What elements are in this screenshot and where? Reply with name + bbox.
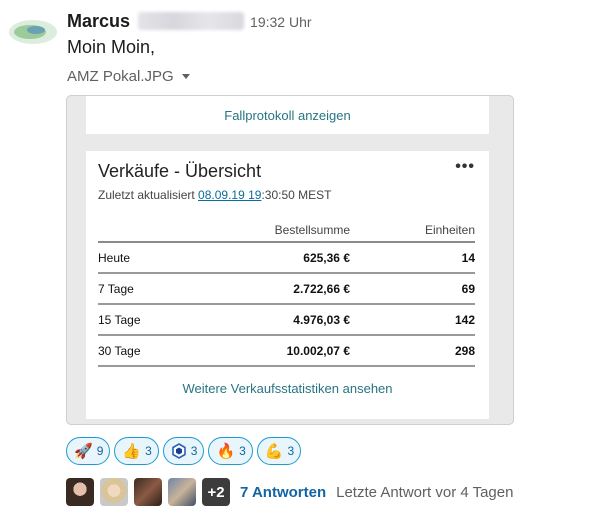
reaction-count: 3: [287, 444, 295, 458]
blue-hexagon-icon: [171, 443, 186, 459]
rocket-icon: 🚀: [74, 442, 93, 460]
message-header: Marcus 19:32 Uhr: [67, 9, 312, 33]
table-row: 7 Tage 2.722,66 € 69: [98, 273, 475, 305]
row-label: 7 Tage: [98, 273, 188, 305]
more-sales-stats-link: Weitere Verkaufsstatistiken ansehen: [182, 381, 393, 396]
reaction-count: 3: [239, 444, 246, 458]
table-header-row: Bestellsumme Einheiten: [98, 218, 475, 243]
reaction-count: 3: [145, 444, 152, 458]
fire-icon: 🔥: [216, 442, 236, 460]
card-title: Verkäufe - Übersicht: [98, 161, 262, 181]
reaction-flexed-biceps[interactable]: 💪 3: [256, 437, 302, 465]
chevron-down-icon[interactable]: [181, 74, 190, 79]
more-avatars-count[interactable]: +2: [202, 478, 230, 506]
last-reply-text: Letzte Antwort vor 4 Tagen: [336, 483, 514, 501]
last-updated-suffix: :30:50 MEST: [261, 188, 332, 202]
case-log-link: Fallprotokoll anzeigen: [224, 107, 351, 123]
image-preview[interactable]: Fallprotokoll anzeigen Verkäufe - Übersi…: [66, 95, 514, 425]
reply-avatar[interactable]: [168, 478, 196, 506]
sales-overview-card: Verkäufe - Übersicht ••• Zuletzt aktuali…: [86, 151, 489, 419]
last-updated-prefix: Zuletzt aktualisiert: [98, 188, 199, 202]
row-label: 30 Tage: [98, 335, 188, 367]
reply-avatar[interactable]: [100, 478, 128, 506]
reaction-hexagon[interactable]: 3: [162, 437, 205, 465]
sender-lastname-redacted: [138, 12, 245, 30]
sender-name[interactable]: Marcus: [67, 11, 130, 32]
row-units: 298: [350, 335, 475, 367]
sales-table: Bestellsumme Einheiten Heute 625,36 € 14…: [98, 218, 475, 367]
thumbs-up-icon: 👍: [122, 442, 142, 460]
reaction-count: 9: [96, 444, 104, 458]
row-label: 15 Tage: [98, 304, 188, 336]
row-units: 142: [350, 304, 475, 336]
row-sum: 10.002,07 €: [188, 335, 350, 367]
last-updated: Zuletzt aktualisiert 08.09.19 19:30:50 M…: [98, 188, 331, 202]
reactions-bar: 🚀 9 👍 3 3 🔥 3 💪 3: [66, 437, 302, 465]
message-timestamp[interactable]: 19:32 Uhr: [250, 14, 311, 30]
reaction-fire[interactable]: 🔥 3: [208, 437, 253, 465]
reaction-rocket[interactable]: 🚀 9: [66, 437, 111, 465]
column-header-units: Einheiten: [350, 218, 475, 243]
row-units: 14: [350, 242, 475, 274]
top-card: Fallprotokoll anzeigen: [86, 96, 489, 134]
file-name[interactable]: AMZ Pokal.JPG: [67, 68, 174, 85]
table-row: Heute 625,36 € 14: [98, 242, 475, 274]
column-header-order-total: Bestellsumme: [188, 218, 350, 243]
thread-summary[interactable]: +2 7 Antworten Letzte Antwort vor 4 Tage…: [66, 478, 513, 506]
table-row: 30 Tage 10.002,07 € 298: [98, 335, 475, 367]
reaction-count: 3: [190, 444, 198, 458]
replies-link[interactable]: 7 Antworten: [240, 484, 326, 501]
sender-avatar[interactable]: [8, 12, 58, 48]
file-attachment-header[interactable]: AMZ Pokal.JPG: [67, 68, 190, 85]
reaction-thumbs-up[interactable]: 👍 3: [114, 437, 159, 465]
reply-avatar[interactable]: [66, 478, 94, 506]
row-units: 69: [350, 273, 475, 305]
row-sum: 625,36 €: [188, 242, 350, 274]
message-text: Moin Moin,: [67, 37, 156, 57]
last-updated-date: 08.09.19 19: [198, 188, 262, 202]
flexed-biceps-icon: 💪: [264, 442, 284, 460]
more-options-icon: •••: [455, 158, 475, 175]
row-label: Heute: [98, 242, 188, 274]
row-sum: 2.722,66 €: [188, 273, 350, 305]
row-sum: 4.976,03 €: [188, 304, 350, 336]
table-row: 15 Tage 4.976,03 € 142: [98, 304, 475, 336]
column-header: [98, 218, 188, 243]
reply-avatar[interactable]: [134, 478, 162, 506]
